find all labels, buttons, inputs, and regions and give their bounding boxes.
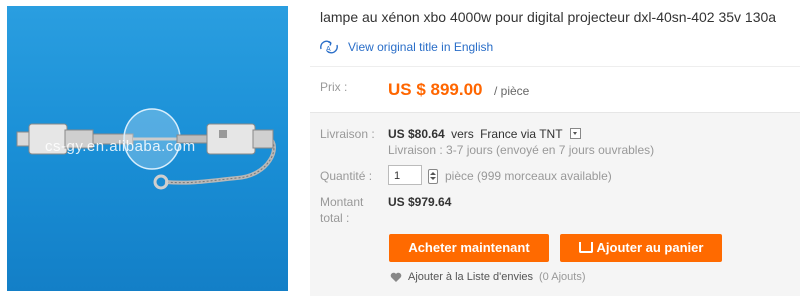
shipping-details: US $80.64 vers France via TNT bbox=[388, 127, 581, 141]
svg-text:A: A bbox=[326, 46, 331, 53]
shipping-cost: US $80.64 bbox=[388, 127, 445, 141]
view-original-title-link[interactable]: A View original title in English bbox=[318, 40, 493, 54]
add-to-cart-label: Ajouter au panier bbox=[596, 240, 704, 255]
quantity-availability: pièce (999 morceaux available) bbox=[445, 169, 612, 183]
price-amount: US $ 899.00 bbox=[388, 80, 483, 99]
quantity-label: Quantité : bbox=[320, 169, 373, 183]
cart-icon bbox=[578, 242, 593, 253]
quantity-stepper[interactable] bbox=[428, 169, 438, 184]
translate-icon: A bbox=[320, 40, 338, 54]
image-watermark: cs-gy.en.alibaba.com bbox=[45, 138, 196, 155]
wishlist-count: (0 Ajouts) bbox=[539, 271, 586, 283]
shipping-destination[interactable]: France via TNT bbox=[480, 127, 562, 141]
total-label-line2: total : bbox=[320, 211, 350, 225]
add-to-cart-button[interactable]: Ajouter au panier bbox=[560, 234, 722, 262]
shipping-label: Livraison : bbox=[320, 127, 375, 141]
delivery-time: Livraison : 3-7 jours (envoyé en 7 jours… bbox=[388, 143, 655, 157]
buy-now-button[interactable]: Acheter maintenant bbox=[389, 234, 549, 262]
total-label-line1: Montant bbox=[320, 195, 364, 209]
view-original-title-label: View original title in English bbox=[348, 40, 494, 54]
wishlist-link[interactable]: Ajouter à la Liste d'envies (0 Ajouts) bbox=[390, 271, 585, 283]
shipping-to-text: vers bbox=[451, 127, 474, 141]
buy-now-label: Acheter maintenant bbox=[408, 240, 530, 255]
product-image[interactable]: cs-gy.en.alibaba.com bbox=[7, 6, 288, 291]
price-unit: / pièce bbox=[494, 84, 530, 98]
total-amount: US $979.64 bbox=[388, 195, 452, 209]
price-label: Prix : bbox=[320, 80, 348, 94]
price-section: Prix : US $ 899.00 / pièce bbox=[310, 66, 800, 113]
wishlist-label: Ajouter à la Liste d'envies bbox=[408, 271, 534, 283]
purchase-panel: Livraison : US $80.64 vers France via TN… bbox=[310, 112, 800, 296]
shipping-dropdown-icon[interactable] bbox=[569, 128, 581, 139]
heart-icon bbox=[390, 272, 402, 282]
quantity-input[interactable]: 1 bbox=[388, 165, 422, 185]
product-title: lampe au xénon xbo 4000w pour digital pr… bbox=[320, 9, 777, 25]
shipping-row: Livraison : bbox=[320, 127, 375, 141]
